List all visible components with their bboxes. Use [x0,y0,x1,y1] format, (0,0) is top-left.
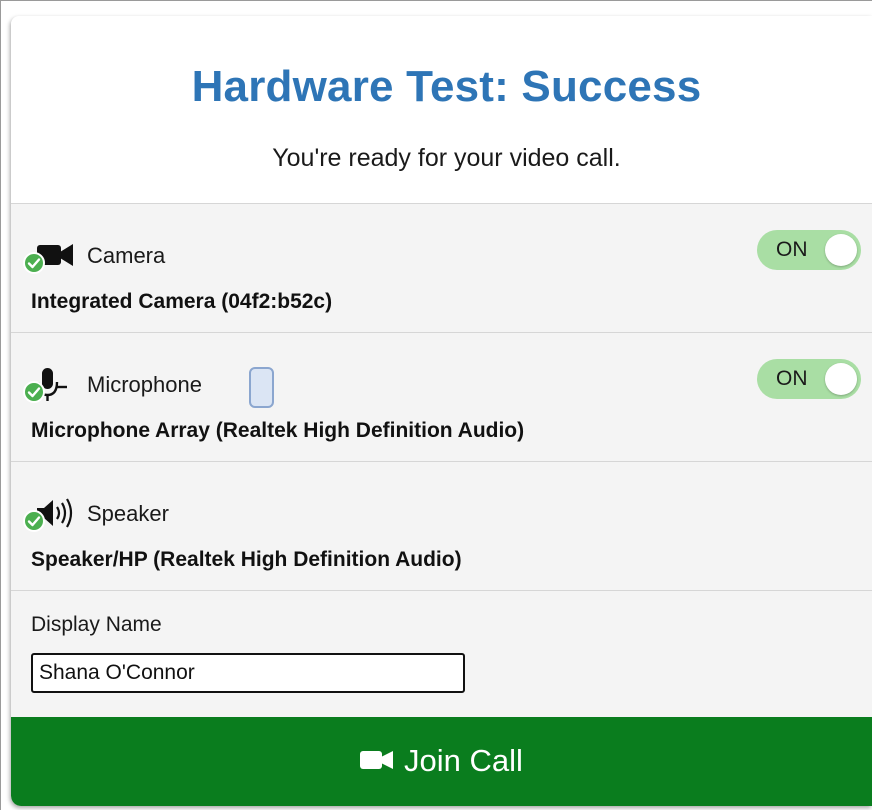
speaker-icon-group [23,496,81,532]
microphone-icon-group [23,367,81,403]
camera-header: Camera [23,238,723,274]
check-circle-icon [23,381,45,403]
microphone-label: Microphone [87,372,202,397]
join-call-label: Join Call [404,743,523,778]
microphone-toggle-knob [825,363,857,395]
camera-toggle[interactable]: ON [757,230,861,270]
microphone-toggle-label: ON [776,367,808,390]
speaker-section: Speaker Speaker/HP (Realtek High Definit… [11,462,872,591]
speaker-label: Speaker [87,501,169,526]
camera-toggle-knob [825,234,857,266]
check-circle-icon [23,252,45,274]
page-subtitle: You're ready for your video call. [272,144,621,172]
panel-header: Hardware Test: Success You're ready for … [11,16,872,204]
page-title: Hardware Test: Success [191,62,702,111]
display-name-label: Display Name [31,613,162,636]
microphone-section: Microphone ON Microphone Array (Realtek … [11,333,872,462]
speaker-device-name: Speaker/HP (Realtek High Definition Audi… [31,548,462,571]
camera-section: Camera ON Integrated Camera (04f2:b52c) [11,204,872,333]
microphone-header: Microphone [23,367,723,408]
camera-icon-group [23,238,81,274]
hardware-test-panel: Hardware Test: Success You're ready for … [11,16,872,806]
camera-toggle-label: ON [776,238,808,261]
display-name-input[interactable] [31,653,465,693]
microphone-device-name: Microphone Array (Realtek High Definitio… [31,419,525,442]
camera-device-name: Integrated Camera (04f2:b52c) [31,290,333,313]
video-camera-icon [360,750,394,769]
join-call-content: Join Call [11,743,872,779]
camera-label: Camera [87,243,166,268]
microphone-toggle[interactable]: ON [757,359,861,399]
join-call-button[interactable]: Join Call [11,717,872,806]
speaker-header: Speaker [23,496,723,532]
check-circle-icon [23,510,45,532]
microphone-level-meter [249,367,274,408]
